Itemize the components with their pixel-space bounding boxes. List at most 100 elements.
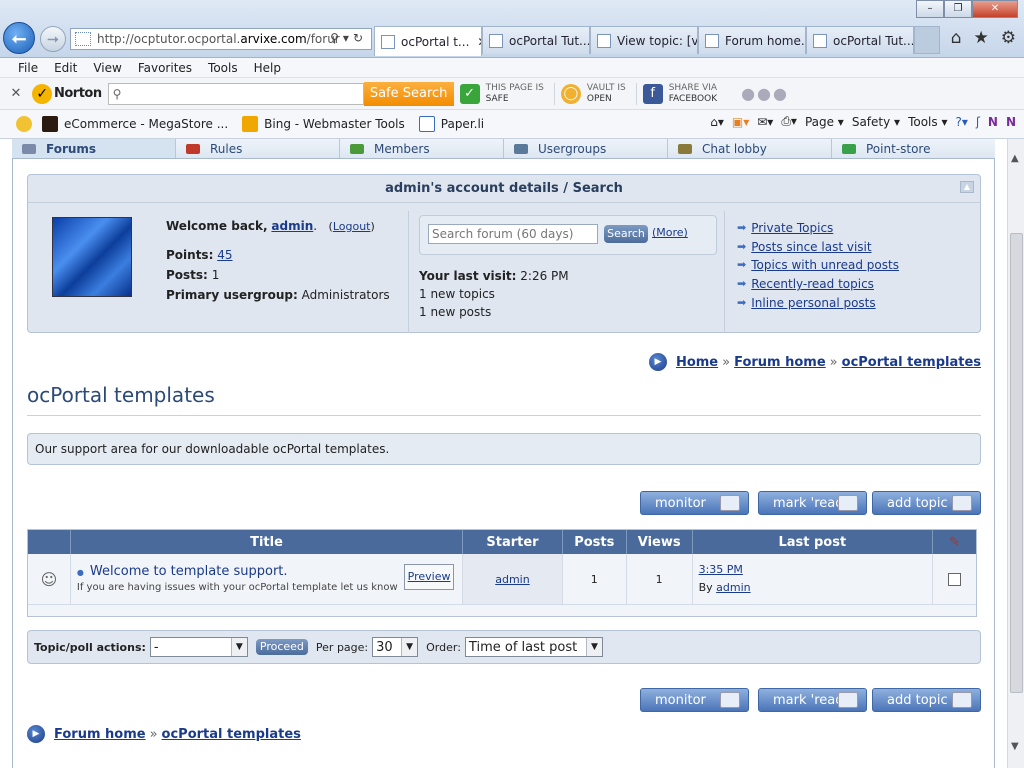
nav-tab-label: Rules <box>210 141 243 156</box>
mail-icon[interactable]: ✉▾ <box>757 115 773 129</box>
favorites-star-add-icon[interactable] <box>16 116 38 132</box>
add-topic-button-bottom[interactable]: add topic <box>872 688 981 712</box>
breadcrumb-current[interactable]: ocPortal templates <box>162 727 301 742</box>
username-link[interactable]: admin <box>271 219 313 233</box>
per-page-select[interactable]: 30 ▼ <box>372 637 419 657</box>
browser-tab-2[interactable]: ocPortal Tut... <box>482 26 590 54</box>
nav-tab-point-store[interactable]: Point-store <box>832 139 995 158</box>
research-icon[interactable]: ʃ <box>976 115 980 129</box>
page-safe-line2: SAFE <box>485 93 509 104</box>
favorites-star-icon[interactable]: ★ <box>974 28 989 48</box>
last-post-time-link[interactable]: 3:35 PM <box>699 561 743 579</box>
favorite-ecommerce[interactable]: eCommerce - MegaStore ... <box>42 116 228 132</box>
browser-toolbar-icons: ⌂ ★ ⚙ <box>951 28 1016 48</box>
vertical-scrollbar[interactable]: ▲ ▼ <box>1007 139 1024 768</box>
restore-button[interactable]: ❐ <box>944 0 972 18</box>
forward-button[interactable]: ⭢ <box>40 26 66 52</box>
breadcrumb-current[interactable]: ocPortal templates <box>842 355 981 370</box>
topic-checkbox[interactable] <box>948 572 962 586</box>
header-title[interactable]: Title <box>71 530 464 554</box>
header-posts[interactable]: Posts <box>563 530 627 554</box>
scrollbar-thumb[interactable] <box>1010 233 1023 693</box>
menu-tools[interactable]: Tools <box>208 61 238 75</box>
collapse-up-icon[interactable]: ▲ <box>960 181 974 193</box>
topic-actions-select[interactable]: - ▼ <box>149 637 248 657</box>
browser-tab-4[interactable]: Forum home... <box>698 26 806 54</box>
address-bar[interactable]: http://ocptutor.ocportal. arvixe.com/foru… <box>70 28 372 50</box>
home-icon[interactable]: ⌂ <box>951 28 962 48</box>
monitor-button[interactable]: monitor <box>640 491 749 515</box>
nav-tab-usergroups[interactable]: Usergroups <box>504 139 668 158</box>
forum-search-input[interactable]: Search forum (60 days) <box>428 224 598 244</box>
scroll-up-icon[interactable]: ▲ <box>1011 153 1019 164</box>
browser-tab-5[interactable]: ocPortal Tut... <box>806 26 914 54</box>
norton-logo[interactable]: ✓ Norton <box>32 83 102 104</box>
nav-tab-rules[interactable]: Rules <box>176 139 340 158</box>
breadcrumb-home[interactable]: Home <box>676 355 718 370</box>
more-options-icon[interactable]: ●●● <box>741 84 789 103</box>
onenote-icon[interactable]: N <box>988 115 998 129</box>
nav-tab-forums[interactable]: Forums <box>12 139 176 158</box>
favorite-bing[interactable]: Bing - Webmaster Tools <box>242 116 405 132</box>
preview-button[interactable]: Preview <box>404 564 455 590</box>
norton-safe-search-button[interactable]: Safe Search <box>363 81 454 106</box>
help-icon[interactable]: ?▾ <box>955 115 967 129</box>
search-button[interactable]: Search <box>604 225 648 243</box>
monitor-button-bottom[interactable]: monitor <box>640 688 749 712</box>
topic-title-link[interactable]: Welcome to template support. <box>90 564 288 579</box>
breadcrumb-forum-home[interactable]: Forum home <box>734 355 826 370</box>
breadcrumb-forum-home[interactable]: Forum home <box>54 727 146 742</box>
close-window-button[interactable]: ✕ <box>972 0 1018 18</box>
page-safe-status[interactable]: ✓ THIS PAGE IS SAFE <box>459 82 555 105</box>
last-post-author-link[interactable]: admin <box>716 581 750 594</box>
per-page-value: 30 <box>376 639 393 655</box>
share-facebook[interactable]: f SHARE VIA FACEBOOK <box>642 83 727 105</box>
menu-file[interactable]: File <box>18 61 38 75</box>
menu-help[interactable]: Help <box>254 61 281 75</box>
inline-personal-posts-link[interactable]: Inline personal posts <box>751 294 875 313</box>
private-topics-link[interactable]: Private Topics <box>751 219 833 238</box>
nav-tab-chat-lobby[interactable]: Chat lobby <box>668 139 832 158</box>
address-actions[interactable]: ⚲▾↻ <box>330 31 367 45</box>
browser-tab-3[interactable]: View topic: [v... <box>590 26 698 54</box>
order-select[interactable]: Time of last post ▼ <box>464 637 603 657</box>
nav-tab-members[interactable]: Members <box>340 139 504 158</box>
tools-menu[interactable]: Tools ▾ <box>908 115 947 129</box>
print-icon[interactable]: ⎙▾ <box>781 114 797 129</box>
minimize-button[interactable]: – <box>916 0 944 18</box>
browser-tab-1[interactable]: ocPortal t...✕ <box>374 26 482 56</box>
menu-view[interactable]: View <box>93 61 121 75</box>
posts-since-last-visit-link[interactable]: Posts since last visit <box>751 238 871 257</box>
table-header: Title Starter Posts Views Last post ✎ <box>28 530 976 554</box>
proceed-button[interactable]: Proceed <box>255 639 308 655</box>
unread-topics-link[interactable]: Topics with unread posts <box>751 256 899 275</box>
onenote-linked-icon[interactable]: N <box>1006 115 1016 129</box>
favorite-paperli[interactable]: Paper.li <box>418 116 484 132</box>
menu-edit[interactable]: Edit <box>54 61 77 75</box>
add-topic-button[interactable]: add topic <box>872 491 981 515</box>
mark-read-button[interactable]: mark 'read' <box>758 491 867 515</box>
header-last-post[interactable]: Last post <box>693 530 934 554</box>
avatar[interactable] <box>52 217 132 297</box>
safety-menu[interactable]: Safety ▾ <box>852 115 900 129</box>
vault-status[interactable]: ◯ VAULT IS OPEN <box>560 82 637 105</box>
recently-read-link[interactable]: Recently-read topics <box>751 275 874 294</box>
back-button[interactable]: ⭠ <box>3 22 35 54</box>
starter-link[interactable]: admin <box>495 573 529 586</box>
menu-favorites[interactable]: Favorites <box>138 61 192 75</box>
home-icon[interactable]: ⌂▾ <box>710 115 724 129</box>
button-label: mark 'read' <box>773 495 848 511</box>
logout-link[interactable]: Logout <box>333 220 371 233</box>
settings-gear-icon[interactable]: ⚙ <box>1001 28 1016 48</box>
scroll-down-icon[interactable]: ▼ <box>1011 741 1019 752</box>
header-starter[interactable]: Starter <box>463 530 563 554</box>
norton-close-icon[interactable]: ✕ <box>6 86 26 101</box>
points-link[interactable]: 45 <box>217 248 232 262</box>
mark-read-button-bottom[interactable]: mark 'read' <box>758 688 867 712</box>
search-more-link[interactable]: (More) <box>652 226 688 239</box>
header-views[interactable]: Views <box>627 530 693 554</box>
new-tab-button[interactable] <box>914 26 940 54</box>
norton-search-input[interactable]: ⚲ <box>107 82 364 105</box>
page-menu[interactable]: Page ▾ <box>805 115 844 129</box>
rss-feed-icon[interactable]: ▣▾ <box>732 115 749 129</box>
